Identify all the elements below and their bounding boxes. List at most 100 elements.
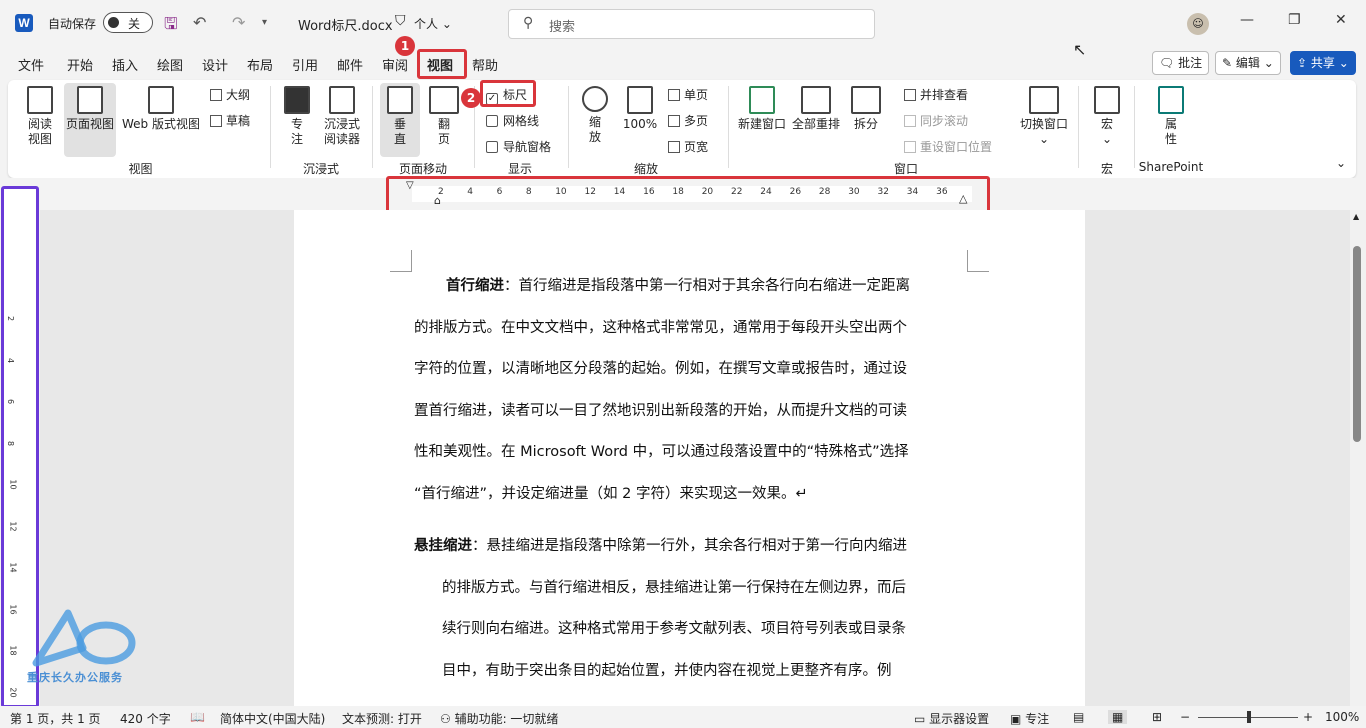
paragraph-1-line-5[interactable]: 性和美观性。在 Microsoft Word 中，可以通过段落设置中的“特殊格式… [414, 432, 909, 474]
language[interactable]: 简体中文(中国大陆) [220, 710, 325, 727]
redo-icon[interactable]: ↷ [232, 13, 245, 32]
display-settings[interactable]: ▭ 显示器设置 [914, 710, 989, 727]
one-page-label: 单页 [684, 88, 709, 102]
zoom-percent[interactable]: 100% [1325, 710, 1359, 724]
document-name[interactable]: Word标尺.docx [298, 15, 393, 34]
page-count[interactable]: 第 1 页，共 1 页 [10, 710, 101, 727]
zoom-button[interactable]: 缩 放 [578, 86, 612, 145]
paragraph-1-line-6[interactable]: “首行缩进”，并设定缩进量（如 2 字符）来实现这一效果。↵ [414, 474, 808, 516]
menu-draw[interactable]: 绘图 [157, 55, 183, 74]
multiple-pages-label: 多页 [684, 114, 709, 128]
customize-toolbar-icon[interactable]: ▾ [262, 17, 267, 28]
nav-pane-checkbox[interactable]: 导航窗格 [486, 138, 551, 155]
menu-design[interactable]: 设计 [202, 55, 228, 74]
autosave-toggle[interactable]: 关 [103, 12, 153, 33]
collapse-ribbon-icon[interactable]: ⌄ [1336, 156, 1346, 170]
web-layout-icon[interactable]: ⊞ [1152, 710, 1162, 724]
p2-text: ：悬挂缩进是指段落中除第一行外，其余各行相对于第一行向内缩进 [472, 538, 907, 554]
title-bar: W 自动保存 关 🖫 ↶ ↷ ▾ Word标尺.docx ⛉ 个人 ⌄ ⚲ 搜索… [0, 0, 1366, 59]
avatar[interactable]: ☺ [1187, 13, 1209, 35]
nav-pane-label: 导航窗格 [503, 140, 552, 154]
one-page-button[interactable]: 单页 [668, 86, 708, 103]
menu-file[interactable]: 文件 [18, 55, 44, 74]
group-window-label: 窗口 [893, 162, 918, 176]
multiple-pages-button[interactable]: 多页 [668, 112, 708, 129]
web-layout-button[interactable]: Web 版式视图 [120, 86, 202, 132]
paragraph-2-line-1[interactable]: 悬挂缩进：悬挂缩进是指段落中除第一行外，其余各行相对于第一行向内缩进 [414, 526, 907, 568]
menu-review[interactable]: 审阅 [382, 55, 408, 74]
page-width-button[interactable]: 页宽 [668, 138, 708, 155]
zoom-in-icon[interactable]: + [1303, 710, 1313, 724]
reset-window-button[interactable]: 重设窗口位置 [904, 138, 992, 155]
focus-mode[interactable]: ▣ 专注 [1010, 710, 1049, 727]
menu-mailings[interactable]: 邮件 [337, 55, 363, 74]
menu-layout[interactable]: 布局 [247, 55, 273, 74]
print-layout-button[interactable]: 页面视图 [64, 83, 116, 157]
close-icon[interactable]: ✕ [1335, 12, 1347, 28]
outline-button[interactable]: 大纲 [210, 86, 250, 103]
paragraph-1-line-4[interactable]: 置首行缩进，读者可以一目了然地识别出新段落的开始，从而提升文档的可读 [414, 391, 907, 433]
side-by-side-button[interactable]: 并排查看 [904, 86, 968, 103]
sensitivity-label[interactable]: 个人 ⌄ [414, 15, 452, 32]
accessibility-status[interactable]: ⚇ 辅助功能: 一切就绪 [440, 710, 558, 727]
menu-home[interactable]: 开始 [67, 55, 93, 74]
draft-button[interactable]: 草稿 [210, 112, 250, 129]
search-box[interactable]: ⚲ 搜索 [508, 9, 875, 39]
menu-help[interactable]: 帮助 [472, 55, 498, 74]
print-layout-label: 页面视图 [65, 117, 114, 131]
word-count[interactable]: 420 个字 [120, 710, 171, 727]
sync-scroll-button[interactable]: 同步滚动 [904, 112, 968, 129]
menu-references[interactable]: 引用 [292, 55, 318, 74]
arrange-all-button[interactable]: 全部重排 [790, 86, 842, 132]
vertical-button[interactable]: 垂 直 [380, 83, 420, 157]
magnifier-icon [582, 86, 608, 112]
properties-button[interactable]: 属 性 [1156, 86, 1186, 147]
undo-icon[interactable]: ↶ [193, 13, 206, 32]
hanging-indent-term: 悬挂缩进 [414, 538, 472, 554]
paragraph-2-line-3[interactable]: 续行则向右缩进。这种格式常用于参考文献列表、项目符号列表或目录条 [442, 609, 906, 651]
new-window-button[interactable]: 新建窗口 [736, 86, 788, 132]
group-immersive-label: 沉浸式 [302, 162, 339, 176]
editing-button[interactable]: ✎ 编辑 ⌄ [1215, 51, 1281, 75]
arrange-icon [801, 86, 831, 114]
paragraph-1-line-3[interactable]: 字符的位置，以清晰地区分段落的起始。例如，在撰写文章或报告时，通过设 [414, 349, 907, 391]
share-button[interactable]: ⇪ 共享 ⌄ [1290, 51, 1356, 75]
paragraph-1-line-1[interactable]: 首行缩进：首行缩进是指段落中第一行相对于其余各行向右缩进一定距离 [446, 266, 910, 308]
immersive-reader-button[interactable]: 沉浸式 阅读器 [320, 86, 364, 147]
menu-insert[interactable]: 插入 [112, 55, 138, 74]
side-to-side-button[interactable]: 翻 页 [426, 86, 462, 147]
read-mode-button[interactable]: 阅读 视图 [20, 86, 60, 147]
text-prediction[interactable]: 文本预测: 打开 [342, 710, 422, 727]
focus-button[interactable]: 专 注 [282, 86, 312, 147]
maximize-icon[interactable]: ❐ [1288, 12, 1301, 28]
gridlines-checkbox[interactable]: 网格线 [486, 112, 539, 129]
macros-button[interactable]: 宏 ⌄ [1092, 86, 1122, 147]
switch-windows-button[interactable]: 切换窗口 ⌄ [1016, 86, 1072, 147]
zoom-100-button[interactable]: 100% [620, 86, 660, 132]
paragraph-2-line-4[interactable]: 目中，有助于突出条目的起始位置，并使内容在视觉上更整齐有序。例 [442, 651, 892, 693]
group-sharepoint-label: SharePoint [1138, 160, 1204, 174]
checkbox-icon [486, 115, 498, 127]
paragraph-2-line-2[interactable]: 的排版方式。与首行缩进相反，悬挂缩进让第一行保持在左侧边界，而后 [442, 568, 906, 610]
proofing-icon[interactable]: 📖 [190, 710, 205, 724]
minimize-icon[interactable]: — [1240, 12, 1254, 28]
save-icon[interactable]: 🖫 [164, 13, 178, 40]
paragraph-1-line-2[interactable]: 的排版方式。在中文文档中，这种格式非常常见，通常用于每段开头空出两个 [414, 308, 907, 350]
read-mode-label: 阅读 视图 [27, 117, 52, 146]
highlight-view-tab [417, 49, 467, 79]
zoom-label: 缩 放 [588, 115, 601, 144]
scroll-up-icon[interactable]: ▲ [1353, 212, 1359, 221]
read-mode-icon[interactable]: ▤ [1073, 710, 1084, 724]
separator [270, 86, 271, 168]
web-layout-label: Web 版式视图 [122, 117, 200, 131]
zoom-slider-thumb[interactable] [1247, 711, 1251, 723]
split-button[interactable]: 拆分 [846, 86, 886, 132]
switch-windows-icon [1029, 86, 1059, 114]
outline-label: 大纲 [226, 88, 251, 102]
zoom-out-icon[interactable]: − [1180, 710, 1190, 724]
scrollbar-thumb[interactable] [1353, 246, 1361, 442]
side-by-side-label: 并排查看 [920, 88, 969, 102]
separator [568, 86, 569, 168]
print-layout-icon[interactable]: ▦ [1108, 710, 1128, 724]
comments-button[interactable]: 🗨 批注 [1152, 51, 1210, 75]
